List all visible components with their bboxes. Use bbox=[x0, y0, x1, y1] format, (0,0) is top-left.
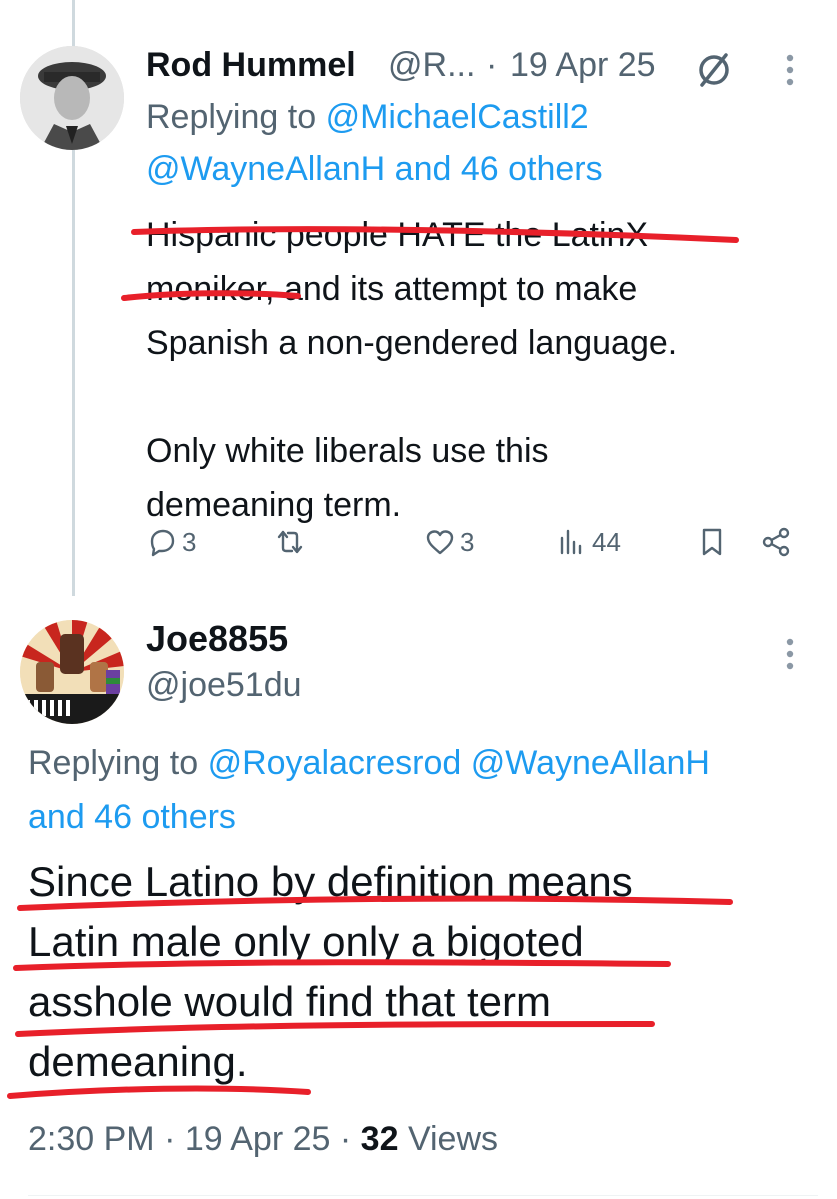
mention-others-link[interactable]: and 46 others bbox=[28, 790, 818, 844]
mention-link[interactable]: @Royalacresrod @WayneAllanH bbox=[208, 744, 710, 782]
tweet-text-line bbox=[146, 370, 806, 424]
tweet-date[interactable]: 19 Apr 25 bbox=[185, 1120, 331, 1158]
replying-to: Replying to @MichaelCastill2 bbox=[146, 98, 589, 137]
more-options-icon[interactable] bbox=[780, 52, 800, 88]
more-options-icon[interactable] bbox=[780, 636, 800, 672]
avatar[interactable] bbox=[20, 620, 124, 724]
tweet-text-line: moniker, and its attempt to make bbox=[146, 270, 638, 308]
retweet-button[interactable] bbox=[274, 526, 306, 558]
view-count: 44 bbox=[592, 526, 621, 557]
replying-to-label: Replying to bbox=[28, 744, 199, 782]
tweet-text: Since Latino by definition means Latin m… bbox=[28, 852, 818, 1092]
resist-fist-avatar-icon bbox=[20, 620, 124, 724]
replying-to: Replying to @Royalacresrod @WayneAllanH … bbox=[28, 736, 818, 844]
user-handle[interactable]: @R... bbox=[388, 46, 475, 85]
tweet-text-line: asshole would find that term bbox=[28, 978, 551, 1025]
views-count: 32 bbox=[360, 1120, 399, 1158]
views-button[interactable]: 44 bbox=[556, 526, 621, 558]
separator-dot: · bbox=[339, 1120, 352, 1158]
tweet-text-line: Latin male only only a bigoted bbox=[28, 918, 584, 965]
separator-dot: · bbox=[486, 46, 498, 84]
grok-icon[interactable] bbox=[694, 50, 734, 90]
bookmark-icon bbox=[702, 528, 722, 556]
like-count: 3 bbox=[460, 526, 475, 557]
mention-others-link[interactable]: @WayneAllanH and 46 others bbox=[146, 150, 603, 189]
replying-to-label: Replying to bbox=[146, 98, 317, 136]
views-label: Views bbox=[407, 1120, 499, 1158]
tweet-text: Hispanic people HATE the LatinX moniker,… bbox=[146, 208, 806, 532]
analytics-icon bbox=[560, 529, 582, 555]
display-name[interactable]: Rod Hummel bbox=[146, 46, 356, 85]
display-name[interactable]: Joe8855 bbox=[146, 618, 288, 660]
share-button[interactable] bbox=[760, 526, 792, 558]
retweet-icon bbox=[277, 530, 303, 554]
reply-icon bbox=[150, 529, 175, 557]
tweet-actions: 3 3 44 bbox=[146, 526, 806, 570]
bookmark-button[interactable] bbox=[696, 526, 728, 558]
tweet-text-line: Hispanic people HATE the LatinX bbox=[146, 216, 649, 254]
share-icon bbox=[762, 527, 790, 557]
tweet-text-line: Spanish a non-gendered language. bbox=[146, 324, 678, 362]
like-button[interactable]: 3 bbox=[424, 526, 474, 558]
reply-count: 3 bbox=[182, 526, 197, 557]
tweet-text-line: Since Latino by definition means bbox=[28, 858, 633, 905]
user-handle[interactable]: @joe51du bbox=[146, 666, 302, 705]
tweet-text-line: demeaning. bbox=[28, 1038, 248, 1085]
tweet-text-line: Only white liberals use this bbox=[146, 432, 549, 470]
heart-icon bbox=[426, 530, 454, 555]
separator-dot: · bbox=[164, 1120, 176, 1158]
tweet-text-line: demeaning term. bbox=[146, 486, 402, 524]
divider bbox=[28, 1195, 818, 1196]
avatar[interactable] bbox=[20, 46, 124, 150]
tweet-date[interactable]: 19 Apr 25 bbox=[510, 46, 656, 85]
avatar-photo-icon bbox=[20, 46, 124, 150]
tweet-time[interactable]: 2:30 PM bbox=[28, 1120, 155, 1158]
tweet-timestamp: 2:30 PM · 19 Apr 25 · 32 Views bbox=[28, 1120, 498, 1159]
reply-button[interactable]: 3 bbox=[146, 526, 196, 558]
mention-link[interactable]: @MichaelCastill2 bbox=[326, 98, 589, 136]
